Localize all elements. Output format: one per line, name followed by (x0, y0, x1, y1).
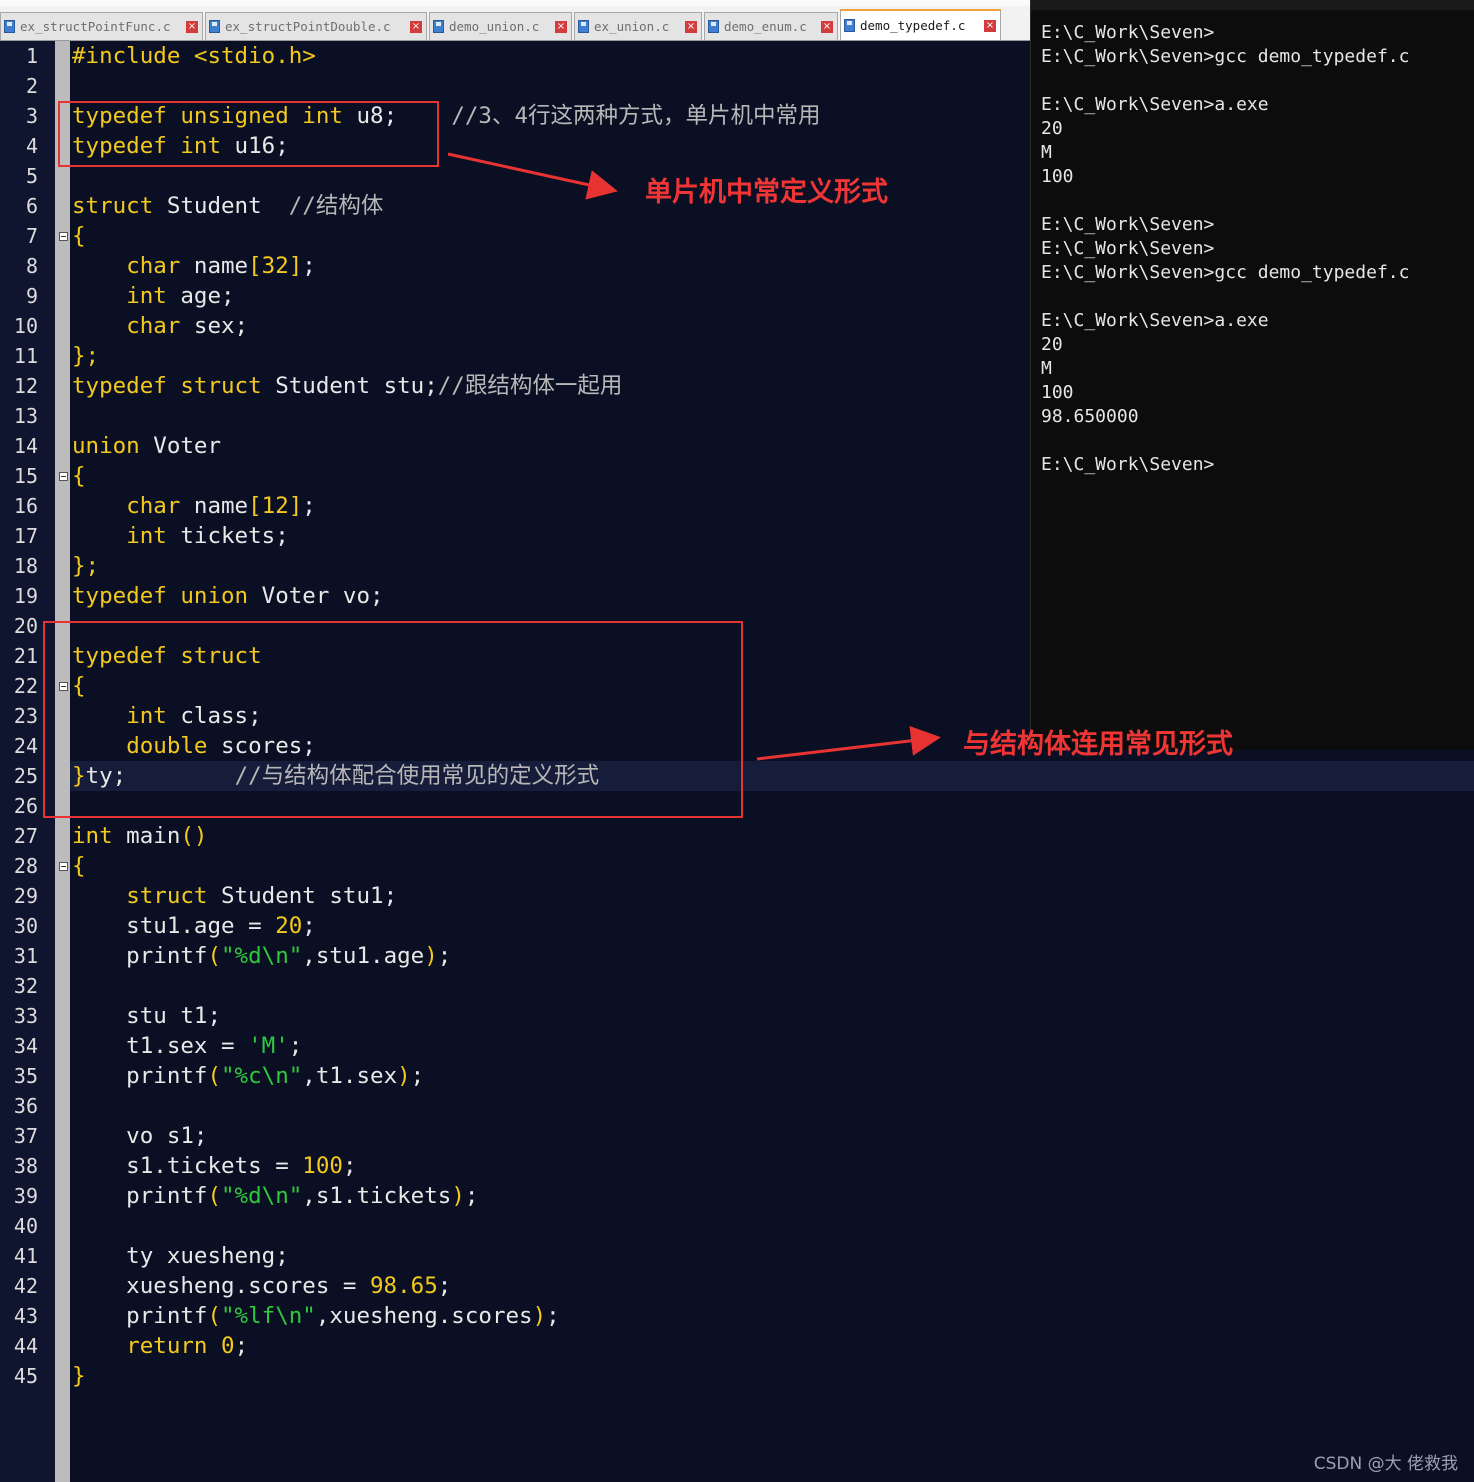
annotation-arrows (447, 152, 941, 761)
watermark: CSDN @大 佬救我 (1313, 1454, 1458, 1474)
annotation-note-mcu: 单片机中常定义形式 (645, 177, 888, 208)
arrow-to-note1 (447, 152, 618, 200)
arrow-to-note2 (756, 725, 941, 761)
annotation-note-struct: 与结构体连用常见形式 (963, 729, 1233, 760)
